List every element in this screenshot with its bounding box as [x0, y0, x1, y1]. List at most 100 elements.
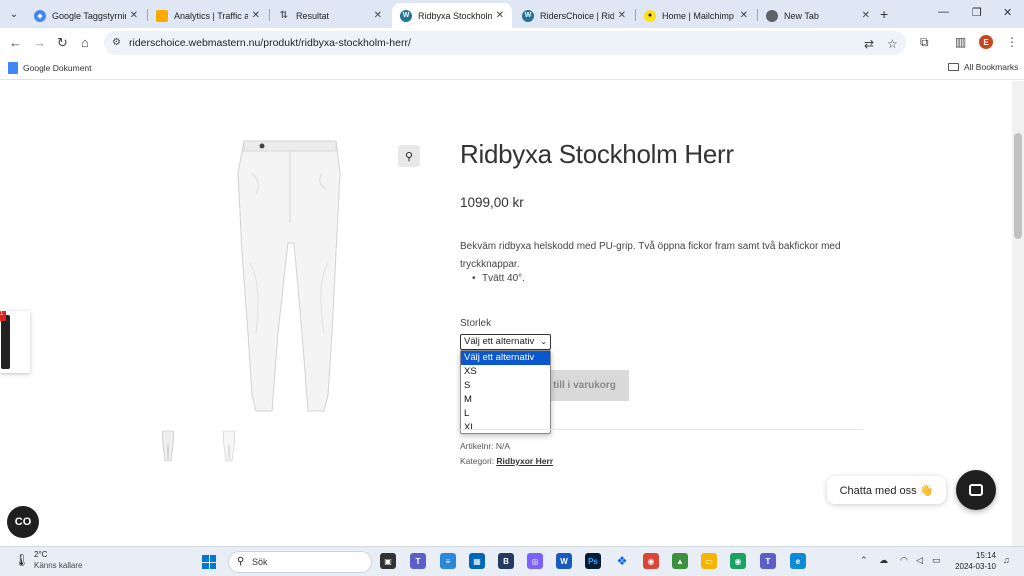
size-option[interactable]: S	[461, 379, 550, 393]
clock-date: 2024-03-10	[955, 562, 996, 571]
tab-resultat[interactable]: ⇅ Resultat ✕	[270, 3, 390, 28]
reload-icon[interactable]: ↻	[57, 35, 68, 51]
close-window-icon[interactable]: ✕	[1003, 6, 1012, 19]
tab-strip: ⌄ ◆ Google Taggstyrning ✕ Analytics | Tr…	[0, 0, 1024, 28]
tab-riderschoice[interactable]: W RidersChoice | Rider ✕	[514, 3, 634, 28]
weather-temperature[interactable]: 2°C	[34, 550, 47, 559]
tab-mailchimp[interactable]: ● Home | Mailchimp ✕	[636, 3, 756, 28]
new-tab-button[interactable]: +	[880, 6, 888, 22]
bookmark-label: Google Dokument	[23, 63, 92, 73]
url-text[interactable]: riderschoice.webmastern.nu/produkt/ridby…	[129, 37, 411, 49]
size-select[interactable]: Välj ett alternativ ⌄	[460, 334, 551, 350]
tab-title: RidersChoice | Rider	[540, 10, 614, 21]
gallery-thumbnail-2[interactable]	[221, 430, 237, 462]
zoom-icon[interactable]: ⚲	[398, 145, 420, 167]
teams-icon[interactable]: T	[410, 553, 426, 569]
windows-taskbar: 🌡 2°C Känns kallare ⚲ Sök ▣ T ≡ ▦ B ◎ W …	[0, 546, 1024, 576]
size-option[interactable]: L	[461, 407, 550, 421]
show-hidden-icons[interactable]: ⌃	[860, 555, 868, 566]
chrome-profile-icon[interactable]: ◉	[730, 553, 746, 569]
size-option[interactable]: XS	[461, 365, 550, 379]
onedrive-icon[interactable]: ☁	[879, 555, 888, 566]
size-option[interactable]: Välj ett alternativ	[461, 351, 550, 365]
gallery-thumbnail-1[interactable]	[160, 430, 176, 462]
size-select-value: Välj ett alternativ	[464, 336, 535, 347]
cookie-settings-button[interactable]: CO	[7, 506, 39, 538]
tab-new-tab[interactable]: New Tab ✕	[758, 3, 878, 28]
analytics-icon	[156, 9, 168, 22]
close-icon[interactable]: ✕	[374, 10, 382, 21]
bookmark-star-icon[interactable]: ☆	[887, 37, 898, 51]
task-view-icon[interactable]: ▣	[380, 553, 396, 569]
notepad-icon[interactable]: ≡	[440, 553, 456, 569]
weather-description[interactable]: Känns kallare	[34, 561, 82, 570]
site-info-icon[interactable]: ⚙	[112, 37, 121, 48]
tab-title: Ridbyxa Stockholm H	[418, 10, 492, 21]
chat-icon	[969, 484, 983, 496]
bookmarks-bar: Google Dokument All Bookmarks	[0, 58, 1024, 80]
edge-icon[interactable]: e	[790, 553, 806, 569]
dropbox-icon[interactable]: ❖	[614, 553, 630, 569]
scrollbar[interactable]	[1012, 81, 1024, 546]
scrollbar-thumb[interactable]	[1014, 133, 1022, 239]
photos-icon[interactable]: ▲	[672, 553, 688, 569]
tab-google-tag[interactable]: ◆ Google Taggstyrning ✕	[26, 3, 146, 28]
file-explorer-icon[interactable]: ▭	[701, 553, 717, 569]
windows-start-icon[interactable]	[202, 555, 216, 569]
close-icon[interactable]: ✕	[740, 10, 748, 21]
address-bar[interactable]: ⚙ riderschoice.webmastern.nu/produkt/rid…	[104, 31, 906, 55]
profile-avatar[interactable]: E	[979, 35, 993, 49]
sliders-icon: ⇅	[279, 10, 289, 21]
restore-icon[interactable]: ❐	[972, 6, 982, 19]
tab-search-icon[interactable]: ⌄	[5, 5, 23, 23]
close-icon[interactable]: ✕	[496, 10, 504, 21]
minimize-icon[interactable]: —	[938, 6, 949, 18]
close-icon[interactable]: ✕	[252, 10, 260, 21]
size-option[interactable]: XL	[461, 421, 550, 435]
bookmark-google-docs[interactable]: Google Dokument	[8, 62, 92, 74]
clock[interactable]: 15:14 2024-03-10	[952, 550, 996, 572]
chrome-icon	[766, 9, 778, 22]
google-tag-manager-icon: ◆	[34, 9, 46, 22]
wifi-icon[interactable]: ◠	[900, 555, 908, 566]
tab-analytics[interactable]: Analytics | Traffic acq ✕	[148, 3, 268, 28]
store-icon[interactable]: ▦	[469, 553, 485, 569]
tab-title: Google Taggstyrning	[52, 10, 126, 21]
extensions-icon[interactable]: ⧉	[920, 35, 929, 50]
close-icon[interactable]: ✕	[130, 10, 138, 21]
teams-work-icon[interactable]: T	[760, 553, 776, 569]
copilot-icon[interactable]: ◎	[527, 553, 543, 569]
chevron-down-icon: ⌄	[540, 337, 547, 346]
notification-bell-icon[interactable]: ♫	[1003, 555, 1010, 565]
side-panel-icon[interactable]: ▥	[955, 35, 966, 49]
wordpress-icon: W	[400, 9, 412, 22]
tab-ridbyxa-active[interactable]: W Ridbyxa Stockholm H ✕	[392, 3, 512, 28]
size-option[interactable]: M	[461, 393, 550, 407]
product-image[interactable]	[232, 133, 348, 415]
forward-icon[interactable]: →	[33, 35, 46, 50]
weather-icon[interactable]: 🌡	[14, 553, 29, 567]
bookmark-label: All Bookmarks	[964, 62, 1019, 72]
battery-icon[interactable]: ▭	[932, 555, 941, 566]
side-badge: 1	[0, 311, 6, 321]
volume-icon[interactable]: ◁	[916, 555, 923, 566]
tab-title: Analytics | Traffic acq	[174, 10, 248, 21]
chrome-taskbar-icon[interactable]: ◉	[643, 553, 659, 569]
word-icon[interactable]: W	[556, 553, 572, 569]
tab-title: New Tab	[784, 10, 819, 21]
chat-bubble[interactable]: Chatta med oss 👋	[827, 476, 946, 504]
all-bookmarks[interactable]: All Bookmarks	[948, 62, 1018, 72]
close-icon[interactable]: ✕	[618, 10, 626, 21]
app-b-icon[interactable]: B	[498, 553, 514, 569]
folder-icon	[948, 63, 959, 71]
close-icon[interactable]: ✕	[862, 10, 870, 21]
home-icon[interactable]: ⌂	[81, 35, 89, 50]
back-icon[interactable]: ←	[9, 35, 22, 50]
category-link[interactable]: Ridbyxor Herr	[496, 456, 553, 466]
chat-button[interactable]	[956, 470, 996, 510]
add-to-cart-button[interactable]: till i varukorg	[540, 370, 629, 401]
taskbar-search[interactable]: ⚲ Sök	[228, 551, 372, 573]
photoshop-icon[interactable]: Ps	[585, 553, 601, 569]
translate-icon[interactable]: ⇄	[864, 37, 874, 51]
menu-icon[interactable]: ⋮	[1006, 35, 1018, 49]
